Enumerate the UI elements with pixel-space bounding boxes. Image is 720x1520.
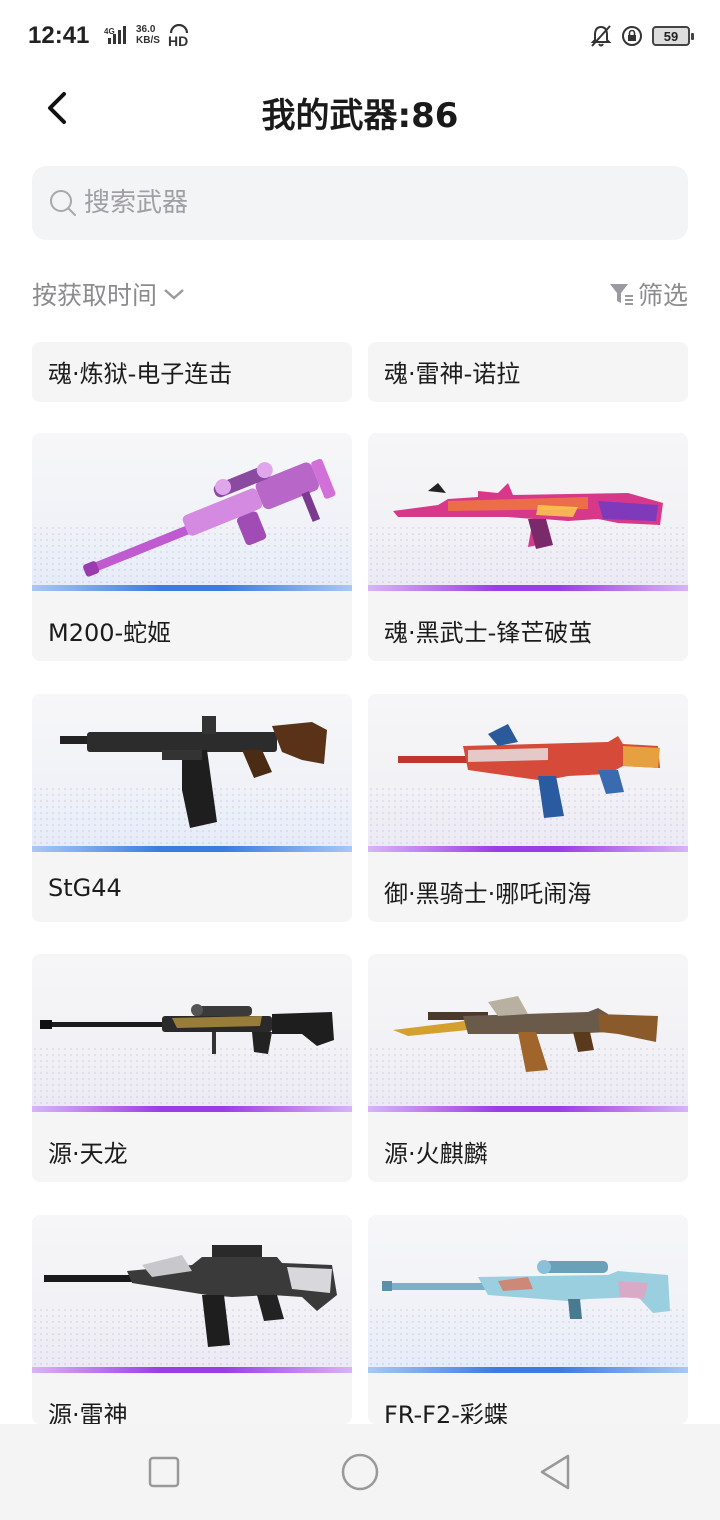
sniper-rifle-butterfly-icon	[382, 1260, 670, 1319]
sort-label: 按获取时间	[32, 281, 158, 310]
status-bar: 12:41 4G 36.0 KB/S HD 59	[0, 0, 720, 76]
assault-rifle-black-icon	[60, 716, 327, 828]
weapon-name: 御·黑骑士·哪吒闹海	[384, 880, 592, 908]
weapon-card[interactable]: 源·雷神	[32, 1215, 352, 1424]
weapon-name: 魂·雷神-诺拉	[384, 360, 521, 388]
mute-bell-icon	[590, 25, 612, 47]
page-title: 我的武器:86	[261, 96, 459, 136]
weapon-card[interactable]: 源·天龙	[32, 954, 352, 1182]
weapon-card[interactable]: 御·黑骑士·哪吒闹海	[368, 694, 688, 922]
triangle-back-icon[interactable]	[536, 1452, 576, 1492]
weapon-card[interactable]: 魂·雷神-诺拉	[368, 342, 688, 402]
weapon-name: 源·火麒麟	[384, 1140, 488, 1168]
weapon-name: FR-F2-彩蝶	[384, 1401, 508, 1424]
weapon-card[interactable]: 源·火麒麟	[368, 954, 688, 1182]
filter-button[interactable]: 筛选	[608, 276, 688, 312]
signal-icon	[108, 26, 126, 44]
hd-icon: HD	[168, 24, 190, 49]
lock-rotation-icon	[622, 26, 642, 46]
sniper-rifle-pink-icon	[83, 458, 336, 577]
filter-icon	[609, 284, 633, 305]
search-input[interactable]	[84, 188, 644, 218]
status-time: 12:41	[28, 22, 90, 49]
weapon-name: StG44	[48, 874, 122, 902]
system-navigation-bar	[0, 1424, 720, 1520]
filter-label: 筛选	[637, 281, 688, 310]
chevron-down-icon	[164, 289, 184, 300]
weapon-card[interactable]: 魂·炼狱-电子连击	[32, 342, 352, 402]
speed-unit: KB/S	[136, 35, 160, 46]
square-icon[interactable]	[144, 1452, 184, 1492]
weapon-grid: 魂·炼狱-电子连击 魂·雷神-诺拉 M200-蛇姬 魂·黑武士-锋芒破茧 StG…	[0, 342, 720, 1424]
weapon-card[interactable]: FR-F2-彩蝶	[368, 1215, 688, 1424]
battery-icon: 59	[652, 26, 694, 46]
weapon-card[interactable]: M200-蛇姬	[32, 433, 352, 661]
weapon-name: 魂·炼狱-电子连击	[48, 360, 233, 388]
sort-dropdown[interactable]: 按获取时间	[32, 276, 185, 312]
search-bar[interactable]	[32, 166, 688, 240]
weapon-name: 魂·黑武士-锋芒破茧	[384, 619, 593, 647]
circle-icon[interactable]	[340, 1452, 380, 1492]
network-speed: 36.0 KB/S	[136, 24, 160, 46]
sniper-rifle-dragon-icon	[40, 1004, 334, 1054]
assault-rifle-neon-icon	[393, 483, 663, 549]
weapon-name: M200-蛇姬	[48, 619, 172, 647]
search-icon	[50, 190, 76, 216]
carbine-red-dragon-icon	[398, 724, 660, 818]
hd-label: HD	[168, 33, 189, 49]
weapon-card[interactable]: StG44	[32, 694, 352, 922]
speed-value: 36.0	[136, 24, 156, 35]
m4-silver-icon	[44, 1245, 337, 1347]
weapon-name: 源·天龙	[48, 1140, 128, 1168]
weapon-name: 源·雷神	[48, 1401, 128, 1424]
weapon-card[interactable]: 魂·黑武士-锋芒破茧	[368, 433, 688, 661]
ak-gold-icon	[393, 996, 658, 1072]
